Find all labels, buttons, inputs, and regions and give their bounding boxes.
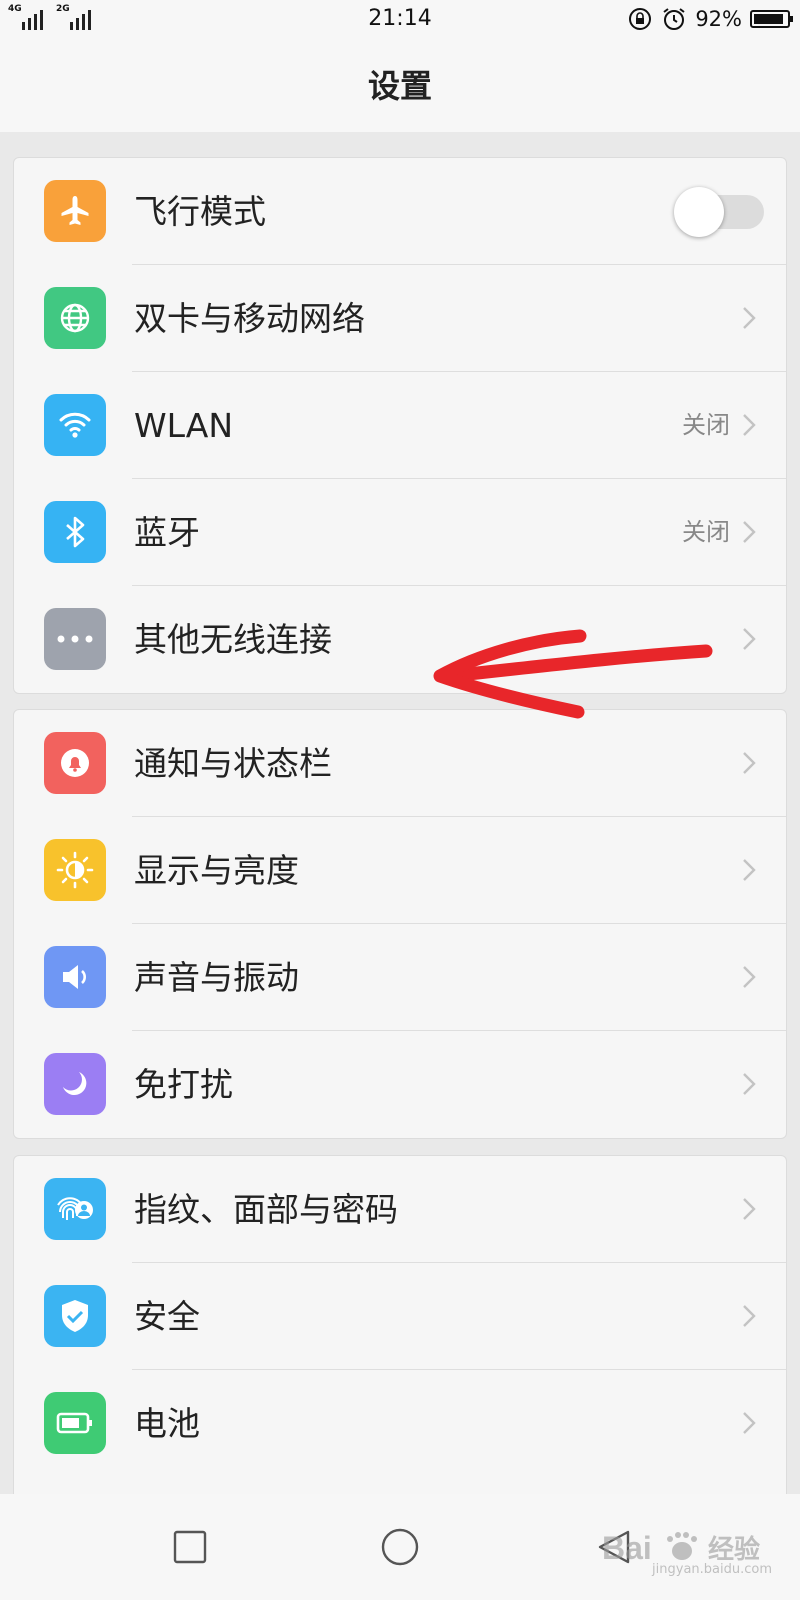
settings-item-bluetooth[interactable]: 蓝牙 关闭: [14, 479, 786, 586]
settings-item-battery[interactable]: 电池: [14, 1370, 786, 1477]
settings-item-sound-vibration[interactable]: 声音与振动: [14, 924, 786, 1031]
chevron-right-icon: [743, 307, 756, 329]
settings-group-display: 通知与状态栏 显示与亮度 声音与振动 免打扰: [13, 709, 787, 1139]
settings-item-dual-sim[interactable]: 双卡与移动网络: [14, 265, 786, 372]
other-wireless-label: 其他无线连接: [134, 620, 332, 659]
chevron-right-icon: [743, 1412, 756, 1434]
moon-icon: [44, 1053, 106, 1115]
security-label: 安全: [134, 1297, 200, 1336]
watermark-text: 经验: [707, 1534, 760, 1565]
chevron-right-icon: [743, 1198, 756, 1220]
bluetooth-icon: [44, 501, 106, 563]
notifications-label: 通知与状态栏: [134, 744, 332, 783]
battery-fill: [754, 14, 784, 24]
speaker-icon: [44, 946, 106, 1008]
wlan-label: WLAN: [134, 406, 234, 445]
chevron-right-icon: [743, 1073, 756, 1095]
dnd-label: 免打扰: [134, 1065, 233, 1104]
home-icon[interactable]: [380, 1527, 420, 1567]
wlan-status: 关闭: [682, 411, 730, 439]
settings-item-security[interactable]: 安全: [14, 1263, 786, 1370]
settings-item-fingerprint-face-password[interactable]: 指纹、面部与密码: [14, 1156, 786, 1263]
fingerprint-label: 指纹、面部与密码: [134, 1190, 398, 1229]
display-label: 显示与亮度: [134, 851, 299, 890]
page-title: 设置: [0, 42, 800, 132]
bluetooth-label: 蓝牙: [134, 513, 200, 552]
settings-item-notifications[interactable]: 通知与状态栏: [14, 710, 786, 817]
battery-label: 电池: [134, 1404, 200, 1443]
battery-icon: [750, 10, 793, 28]
globe-icon: [44, 287, 106, 349]
bell-icon: [44, 732, 106, 794]
chevron-right-icon: [743, 1305, 756, 1327]
settings-item-airplane-mode[interactable]: 飞行模式: [14, 158, 786, 265]
chevron-right-icon: [743, 859, 756, 881]
settings-screen: 4G 2G 21:14 92% 设置 飞行模式 双卡与移动网络 WLAN 关闭 …: [0, 0, 800, 1600]
fingerprint-face-icon: [44, 1178, 106, 1240]
chevron-right-icon: [743, 414, 756, 436]
watermark-url: jingyan.baidu.com: [652, 1562, 772, 1577]
bluetooth-status: 关闭: [682, 518, 730, 546]
airplane-mode-label: 飞行模式: [134, 192, 266, 231]
sun-icon: [44, 839, 106, 901]
settings-group-connectivity: 飞行模式 双卡与移动网络 WLAN 关闭 蓝牙 关闭 其他无线连接: [13, 157, 787, 694]
toggle-knob: [674, 187, 724, 237]
airplane-mode-toggle[interactable]: [674, 187, 764, 237]
airplane-icon: [44, 180, 106, 242]
recents-icon[interactable]: [170, 1527, 210, 1567]
chevron-right-icon: [743, 752, 756, 774]
settings-item-wlan[interactable]: WLAN 关闭: [14, 372, 786, 479]
battery-percent: 92%: [695, 7, 742, 31]
wifi-icon: [44, 394, 106, 456]
sound-label: 声音与振动: [134, 958, 299, 997]
shield-check-icon: [44, 1285, 106, 1347]
settings-item-display-brightness[interactable]: 显示与亮度: [14, 817, 786, 924]
status-bar: 4G 2G 21:14 92%: [0, 0, 800, 42]
settings-item-do-not-disturb[interactable]: 免打扰: [14, 1031, 786, 1138]
svg-text:Bai: Bai: [602, 1530, 652, 1566]
chevron-right-icon: [743, 628, 756, 650]
battery-setting-icon: [44, 1392, 106, 1454]
settings-item-other-wireless[interactable]: 其他无线连接: [14, 586, 786, 693]
alarm-icon: [663, 8, 685, 30]
chevron-right-icon: [743, 966, 756, 988]
dual-sim-label: 双卡与移动网络: [134, 299, 365, 338]
rotation-lock-icon: [629, 8, 652, 30]
chevron-right-icon: [743, 521, 756, 543]
more-dots-icon: [44, 608, 106, 670]
status-right: 92%: [627, 6, 793, 32]
